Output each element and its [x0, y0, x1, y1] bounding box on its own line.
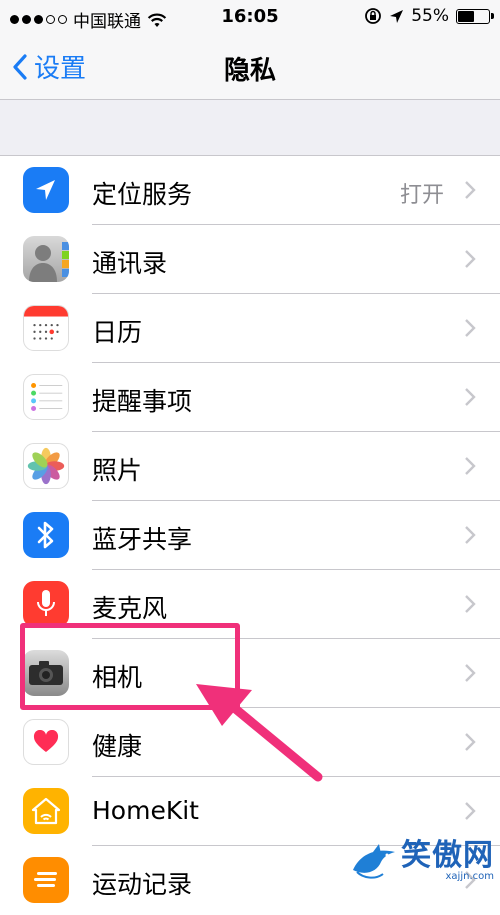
- dolphin-logo-icon: [353, 843, 395, 879]
- watermark: 笑傲网 xajjn.com: [351, 841, 494, 882]
- watermark-text: 笑傲网: [401, 838, 494, 873]
- pointer-arrow-icon: [196, 684, 323, 782]
